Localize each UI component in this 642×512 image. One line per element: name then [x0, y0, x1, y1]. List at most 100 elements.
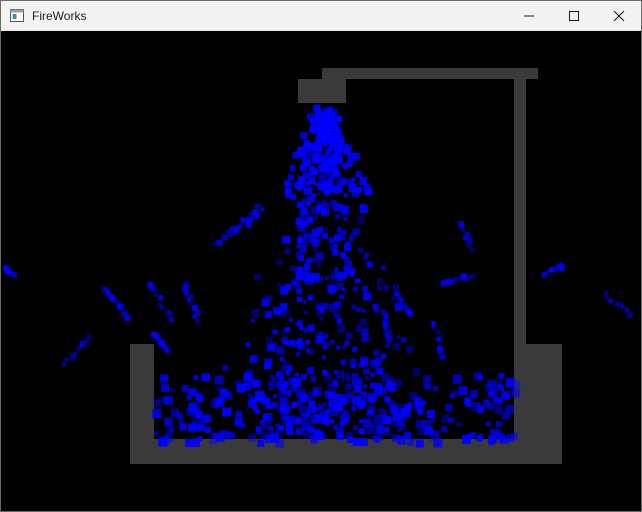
particle	[470, 273, 476, 279]
particle	[362, 417, 372, 427]
particle	[264, 413, 273, 421]
particle	[317, 114, 324, 121]
particle	[323, 181, 332, 190]
particle	[389, 376, 395, 381]
particle	[344, 340, 350, 346]
particle	[487, 402, 495, 410]
particle	[415, 400, 424, 409]
particle	[334, 301, 342, 309]
particle	[313, 104, 321, 112]
particle	[435, 337, 440, 342]
particle	[322, 233, 329, 239]
particle	[334, 267, 339, 272]
particle	[179, 423, 187, 431]
particle	[264, 294, 272, 302]
particle	[260, 399, 266, 405]
particle	[498, 435, 506, 443]
particle	[280, 388, 287, 394]
particle	[197, 424, 205, 432]
particle	[280, 364, 287, 371]
particle	[264, 402, 272, 410]
particle	[344, 260, 353, 269]
particle	[415, 439, 424, 448]
particle	[310, 168, 318, 175]
particle	[169, 387, 175, 393]
particle	[291, 404, 296, 408]
particle	[162, 397, 169, 404]
particle	[344, 394, 354, 404]
particle	[626, 312, 633, 319]
particle	[260, 207, 265, 212]
particle	[309, 375, 316, 382]
particle	[358, 247, 364, 253]
particle	[294, 372, 299, 377]
particle	[286, 365, 293, 372]
particle	[158, 295, 164, 301]
particle	[299, 245, 307, 253]
particle	[299, 164, 307, 172]
particle	[422, 420, 431, 428]
particle	[494, 406, 503, 415]
particle	[307, 324, 315, 332]
particle	[374, 415, 384, 424]
particle	[329, 199, 337, 207]
minimize-button[interactable]	[506, 1, 552, 31]
particle	[230, 225, 236, 231]
particle	[309, 197, 315, 203]
particle	[292, 386, 298, 392]
top-pipe	[322, 68, 538, 79]
particle	[356, 307, 361, 312]
particle	[284, 187, 291, 194]
particle	[12, 272, 18, 278]
particle	[449, 393, 455, 399]
fireworks-canvas[interactable]	[2, 31, 641, 511]
minimize-icon	[524, 15, 534, 17]
particle	[315, 144, 322, 152]
particle	[274, 438, 284, 448]
particle	[363, 256, 368, 261]
particle	[242, 382, 251, 391]
particle	[303, 327, 309, 333]
particle	[226, 431, 232, 437]
particle	[389, 417, 395, 423]
particle	[188, 301, 193, 305]
particle	[192, 406, 201, 415]
particle	[273, 306, 281, 315]
particle	[315, 252, 324, 261]
particle	[124, 314, 131, 321]
particle	[506, 433, 515, 442]
particle	[337, 324, 346, 333]
particle	[355, 171, 362, 177]
maximize-button[interactable]	[551, 1, 597, 31]
particle	[311, 274, 319, 283]
particle	[373, 350, 380, 357]
particle	[329, 340, 335, 345]
particle	[160, 305, 165, 310]
particle	[317, 403, 325, 411]
particle	[392, 284, 399, 291]
particle	[316, 201, 321, 206]
particle	[486, 421, 492, 427]
close-button[interactable]	[596, 1, 641, 31]
particle	[374, 308, 379, 313]
particle	[425, 383, 432, 390]
title-bar[interactable]: FireWorks	[1, 1, 641, 31]
particle	[164, 348, 169, 353]
particle	[285, 248, 292, 255]
particle	[235, 410, 243, 418]
particle	[369, 382, 376, 389]
particle	[294, 181, 302, 189]
particle	[86, 334, 91, 339]
particle	[289, 317, 294, 322]
particle	[280, 413, 288, 421]
particle	[339, 294, 345, 300]
particle	[384, 396, 391, 403]
particle	[342, 273, 348, 278]
particle	[309, 391, 316, 399]
particle	[342, 345, 346, 350]
particle	[272, 329, 278, 335]
scene-svg	[3, 68, 633, 464]
particle	[376, 432, 385, 441]
particle	[550, 268, 555, 272]
particle	[312, 239, 320, 246]
